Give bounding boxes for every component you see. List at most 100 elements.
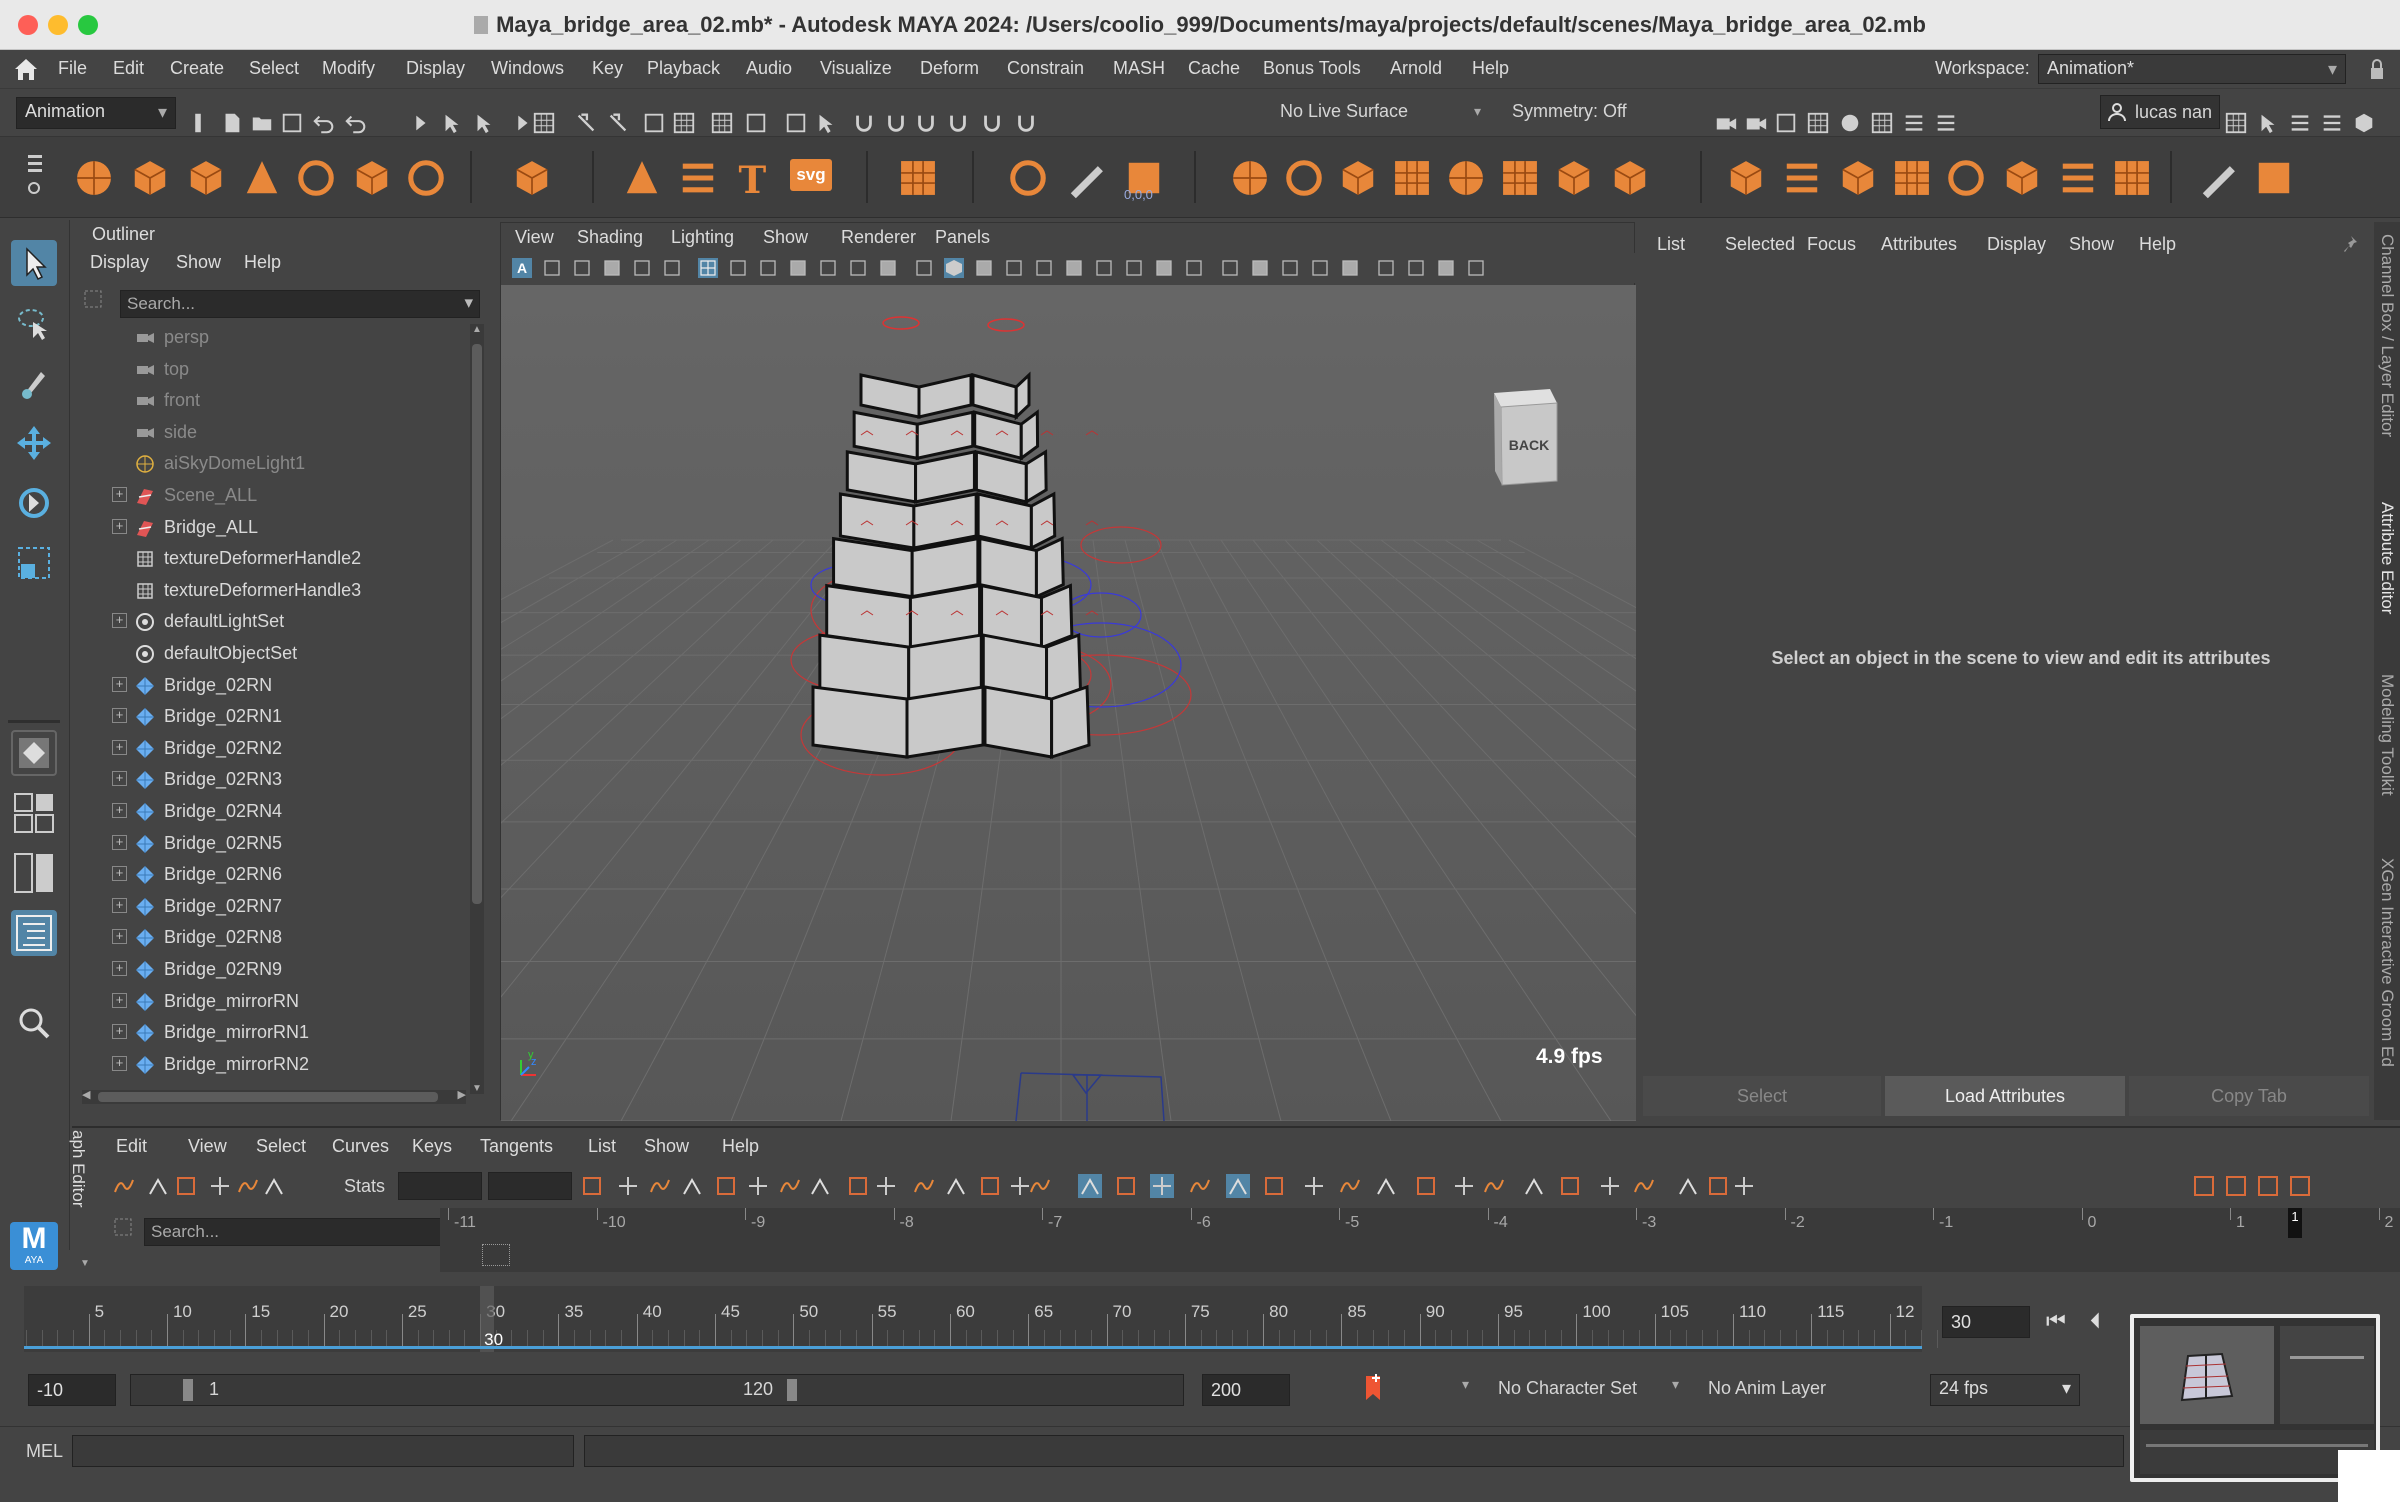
expand-icon[interactable]: +	[112, 1055, 127, 1071]
two-view-layout-button[interactable]	[11, 850, 57, 896]
grid-layout-icon[interactable]	[896, 156, 940, 200]
filter-icon[interactable]	[112, 1216, 136, 1240]
attr-menu-list[interactable]: List	[1657, 234, 1685, 255]
graph-tool-4-icon[interactable]	[236, 1174, 260, 1198]
viewcube[interactable]: BACK	[1494, 389, 1558, 486]
xray-active-icon[interactable]	[1309, 257, 1331, 279]
toggle-attribute-editor-icon[interactable]	[2320, 111, 2344, 135]
outliner-item-bridge-mirrorrn2[interactable]: + Bridge_mirrorRN2	[78, 1049, 468, 1080]
resolution-gate-icon[interactable]	[757, 257, 779, 279]
load-attributes-button[interactable]: Load Attributes	[1885, 1076, 2125, 1116]
spreadsheet-icon[interactable]	[2224, 1174, 2248, 1198]
viewport-menu-shading[interactable]: Shading	[577, 227, 643, 248]
outliner-item-bridge-02rn5[interactable]: + Bridge_02RN5	[78, 828, 468, 859]
attr-menu-help[interactable]: Help	[2139, 234, 2176, 255]
field-chart-icon[interactable]	[817, 257, 839, 279]
menu-set-dropdown[interactable]: Animation ▾	[16, 97, 176, 129]
snap-surface-icon[interactable]	[672, 111, 696, 135]
expand-icon[interactable]: +	[112, 739, 127, 755]
outliner-vscroll[interactable]: ▲ ▼	[470, 324, 484, 1094]
graph-tool-2-icon[interactable]	[174, 1174, 198, 1198]
graph-tool-42-icon[interactable]	[1706, 1174, 1730, 1198]
ambient-occlusion-icon[interactable]	[1093, 257, 1115, 279]
outliner-item-bridge-02rn6[interactable]: + Bridge_02RN6	[78, 859, 468, 890]
sweep-mesh-icon[interactable]	[620, 156, 664, 200]
graph-tool-20-icon[interactable]	[912, 1174, 936, 1198]
character-set-label[interactable]: No Character Set	[1498, 1378, 1637, 1399]
graph-tool-29-icon[interactable]	[1226, 1174, 1250, 1198]
viewport-menu-view[interactable]: View	[515, 227, 554, 248]
menu-help[interactable]: Help	[1472, 58, 1509, 79]
outliner-item-persp[interactable]: persp	[78, 322, 468, 353]
chevron-down-icon[interactable]: ▾	[1474, 103, 1481, 120]
outliner-item-top[interactable]: top	[78, 354, 468, 385]
graph-tool-24-icon[interactable]	[1028, 1174, 1052, 1198]
outliner-hscroll[interactable]: ◀ ▶	[82, 1089, 466, 1104]
expand-icon[interactable]: +	[112, 992, 127, 1008]
scale-tool-button[interactable]	[11, 540, 57, 586]
outliner-item-bridge-02rn9[interactable]: + Bridge_02RN9	[78, 954, 468, 985]
snap-view-icon[interactable]	[642, 111, 666, 135]
wireframe-icon[interactable]	[913, 257, 935, 279]
live-surface-label[interactable]: No Live Surface	[1280, 101, 1408, 122]
menu-constrain[interactable]: Constrain	[1007, 58, 1084, 79]
toggle-character-controls-icon[interactable]	[2256, 111, 2280, 135]
safe-action-icon[interactable]	[847, 257, 869, 279]
expand-icon[interactable]: +	[112, 676, 127, 692]
attr-menu-attributes[interactable]: Attributes	[1881, 234, 1957, 255]
tab-channel-box[interactable]: Channel Box / Layer Editor	[2377, 234, 2397, 437]
panel-layout-icon[interactable]	[1465, 257, 1487, 279]
graph-tool-17-icon[interactable]	[808, 1174, 832, 1198]
live-icon[interactable]	[1014, 111, 1038, 135]
graph-tool-40-icon[interactable]	[1632, 1174, 1656, 1198]
outliner-menu-show[interactable]: Show	[176, 252, 221, 273]
open-scene-icon[interactable]	[250, 111, 274, 135]
camera-attributes-icon[interactable]	[541, 257, 563, 279]
step-back-button[interactable]: ⏴	[2090, 1308, 2101, 1334]
xray-joints-icon[interactable]	[1279, 257, 1301, 279]
tab-attribute-editor[interactable]: Attribute Editor	[2377, 502, 2397, 614]
graph-tool-39-icon[interactable]	[1598, 1174, 1622, 1198]
pause-icon[interactable]	[1934, 111, 1958, 135]
chevron-down-icon[interactable]: ▾	[1672, 1376, 1679, 1393]
tab-modeling-toolkit[interactable]: Modeling Toolkit	[2377, 674, 2397, 796]
outliner-item-bridge-02rn4[interactable]: + Bridge_02RN4	[78, 796, 468, 827]
graph-menu-keys[interactable]: Keys	[412, 1136, 452, 1157]
outliner-item-bridge-02rn[interactable]: + Bridge_02RN	[78, 670, 468, 701]
bevel-icon[interactable]	[1336, 156, 1380, 200]
expand-icon[interactable]: +	[112, 929, 127, 945]
graph-tool-36-icon[interactable]	[1482, 1174, 1506, 1198]
uv-icon[interactable]	[2110, 156, 2154, 200]
xray-icon[interactable]	[1249, 257, 1271, 279]
poly-cube-icon[interactable]	[128, 156, 172, 200]
graph-tool-31-icon[interactable]	[1302, 1174, 1326, 1198]
soft-select-icon[interactable]	[946, 111, 970, 135]
center-pivot-icon[interactable]	[1944, 156, 1988, 200]
poly-helix-icon[interactable]	[676, 156, 720, 200]
menu-windows[interactable]: Windows	[491, 58, 564, 79]
snap-grid-icon[interactable]	[532, 111, 556, 135]
menu-bonus-tools[interactable]: Bonus Tools	[1263, 58, 1361, 79]
graph-tool-41-icon[interactable]	[1676, 1174, 1700, 1198]
select-button[interactable]: Select	[1643, 1076, 1881, 1116]
copy-tab-button[interactable]: Copy Tab	[2129, 1076, 2369, 1116]
graph-tool-37-icon[interactable]	[1522, 1174, 1546, 1198]
toggle-tool-settings-icon[interactable]	[2352, 111, 2376, 135]
outliner-item-bridge-mirrorrn[interactable]: + Bridge_mirrorRN	[78, 986, 468, 1017]
use-all-lights-icon[interactable]	[1033, 257, 1055, 279]
poly-cylinder-icon[interactable]	[184, 156, 228, 200]
outliner-item-defaultobjectset[interactable]: defaultObjectSet	[78, 638, 468, 669]
save-scene-icon[interactable]	[280, 111, 304, 135]
graph-tool-19-icon[interactable]	[874, 1174, 898, 1198]
range-end-handle[interactable]	[787, 1379, 797, 1401]
target-weld-icon[interactable]	[1006, 156, 1050, 200]
pen-icon[interactable]	[2196, 156, 2240, 200]
viewport-canvas[interactable]: BACK y z 4.9 fps	[501, 285, 1636, 1121]
mel-label[interactable]: MEL	[26, 1441, 63, 1462]
outliner-item-bridge-mirrorrn1[interactable]: + Bridge_mirrorRN1	[78, 1017, 468, 1048]
construction-history-icon[interactable]	[884, 111, 908, 135]
graph-tool-30-icon[interactable]	[1262, 1174, 1286, 1198]
graph-tool-16-icon[interactable]	[778, 1174, 802, 1198]
graph-tool-22-icon[interactable]	[978, 1174, 1002, 1198]
menu-deform[interactable]: Deform	[920, 58, 979, 79]
